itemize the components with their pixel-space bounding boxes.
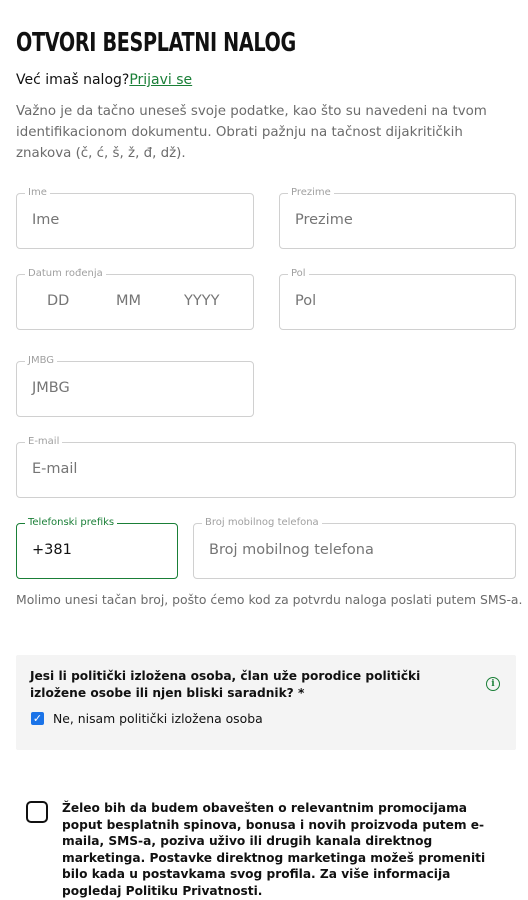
dob-day-input[interactable]: DD bbox=[47, 293, 69, 309]
email-placeholder: E-mail bbox=[32, 461, 78, 477]
last-name-label: Prezime bbox=[288, 186, 334, 200]
dob-year-input[interactable]: YYYY bbox=[184, 293, 219, 309]
phone-number-field[interactable]: Broj mobilnog telefona Broj mobilnog tel… bbox=[193, 516, 516, 579]
jmbg-field[interactable]: JMBG JMBG bbox=[16, 354, 254, 417]
first-name-field[interactable]: Ime Ime bbox=[16, 186, 254, 249]
dob-month-input[interactable]: MM bbox=[116, 293, 141, 309]
phone-number-label: Broj mobilnog telefona bbox=[202, 516, 322, 530]
intro-text: Važno je da tačno uneseš svoje podatke, … bbox=[16, 104, 487, 161]
phone-prefix-label: Telefonski prefiks bbox=[25, 516, 118, 530]
login-prompt: Već imaš nalog?Prijavi se bbox=[16, 72, 192, 88]
phone-hint: Molimo unesi tačan broj, pošto ćemo kod … bbox=[16, 592, 523, 607]
jmbg-label: JMBG bbox=[25, 354, 58, 368]
gender-label: Pol bbox=[288, 267, 309, 281]
pep-checkbox-label[interactable]: Ne, nisam politički izložena osoba bbox=[53, 711, 263, 726]
have-account-text: Već imaš nalog? bbox=[16, 72, 130, 88]
login-link[interactable]: Prijavi se bbox=[129, 72, 192, 88]
phone-number-placeholder: Broj mobilnog telefona bbox=[209, 542, 374, 558]
dob-field: Datum rođenja DD MM YYYY bbox=[16, 267, 254, 330]
first-name-label: Ime bbox=[25, 186, 50, 200]
pep-checkbox[interactable]: ✓ bbox=[31, 712, 44, 725]
pep-panel: Jesi li politički izložena osoba, član u… bbox=[16, 655, 516, 750]
info-icon[interactable]: i bbox=[486, 677, 500, 691]
last-name-placeholder: Prezime bbox=[295, 212, 353, 228]
jmbg-placeholder: JMBG bbox=[32, 380, 70, 396]
email-label: E-mail bbox=[25, 435, 63, 449]
first-name-placeholder: Ime bbox=[32, 212, 60, 228]
marketing-consent-text: Želeo bih da budem obavešten o relevantn… bbox=[62, 801, 486, 898]
page-title: OTVORI BESPLATNI NALOG bbox=[16, 28, 296, 58]
email-field[interactable]: E-mail E-mail bbox=[16, 435, 516, 498]
gender-select[interactable]: Pol Pol bbox=[279, 267, 516, 330]
marketing-consent-checkbox[interactable] bbox=[26, 801, 48, 823]
phone-prefix-value: +381 bbox=[32, 542, 72, 558]
dob-label: Datum rođenja bbox=[25, 267, 106, 281]
gender-placeholder: Pol bbox=[295, 293, 317, 309]
last-name-field[interactable]: Prezime Prezime bbox=[279, 186, 516, 249]
pep-question: Jesi li politički izložena osoba, član u… bbox=[30, 669, 421, 700]
phone-prefix-field[interactable]: Telefonski prefiks +381 bbox=[16, 516, 178, 579]
